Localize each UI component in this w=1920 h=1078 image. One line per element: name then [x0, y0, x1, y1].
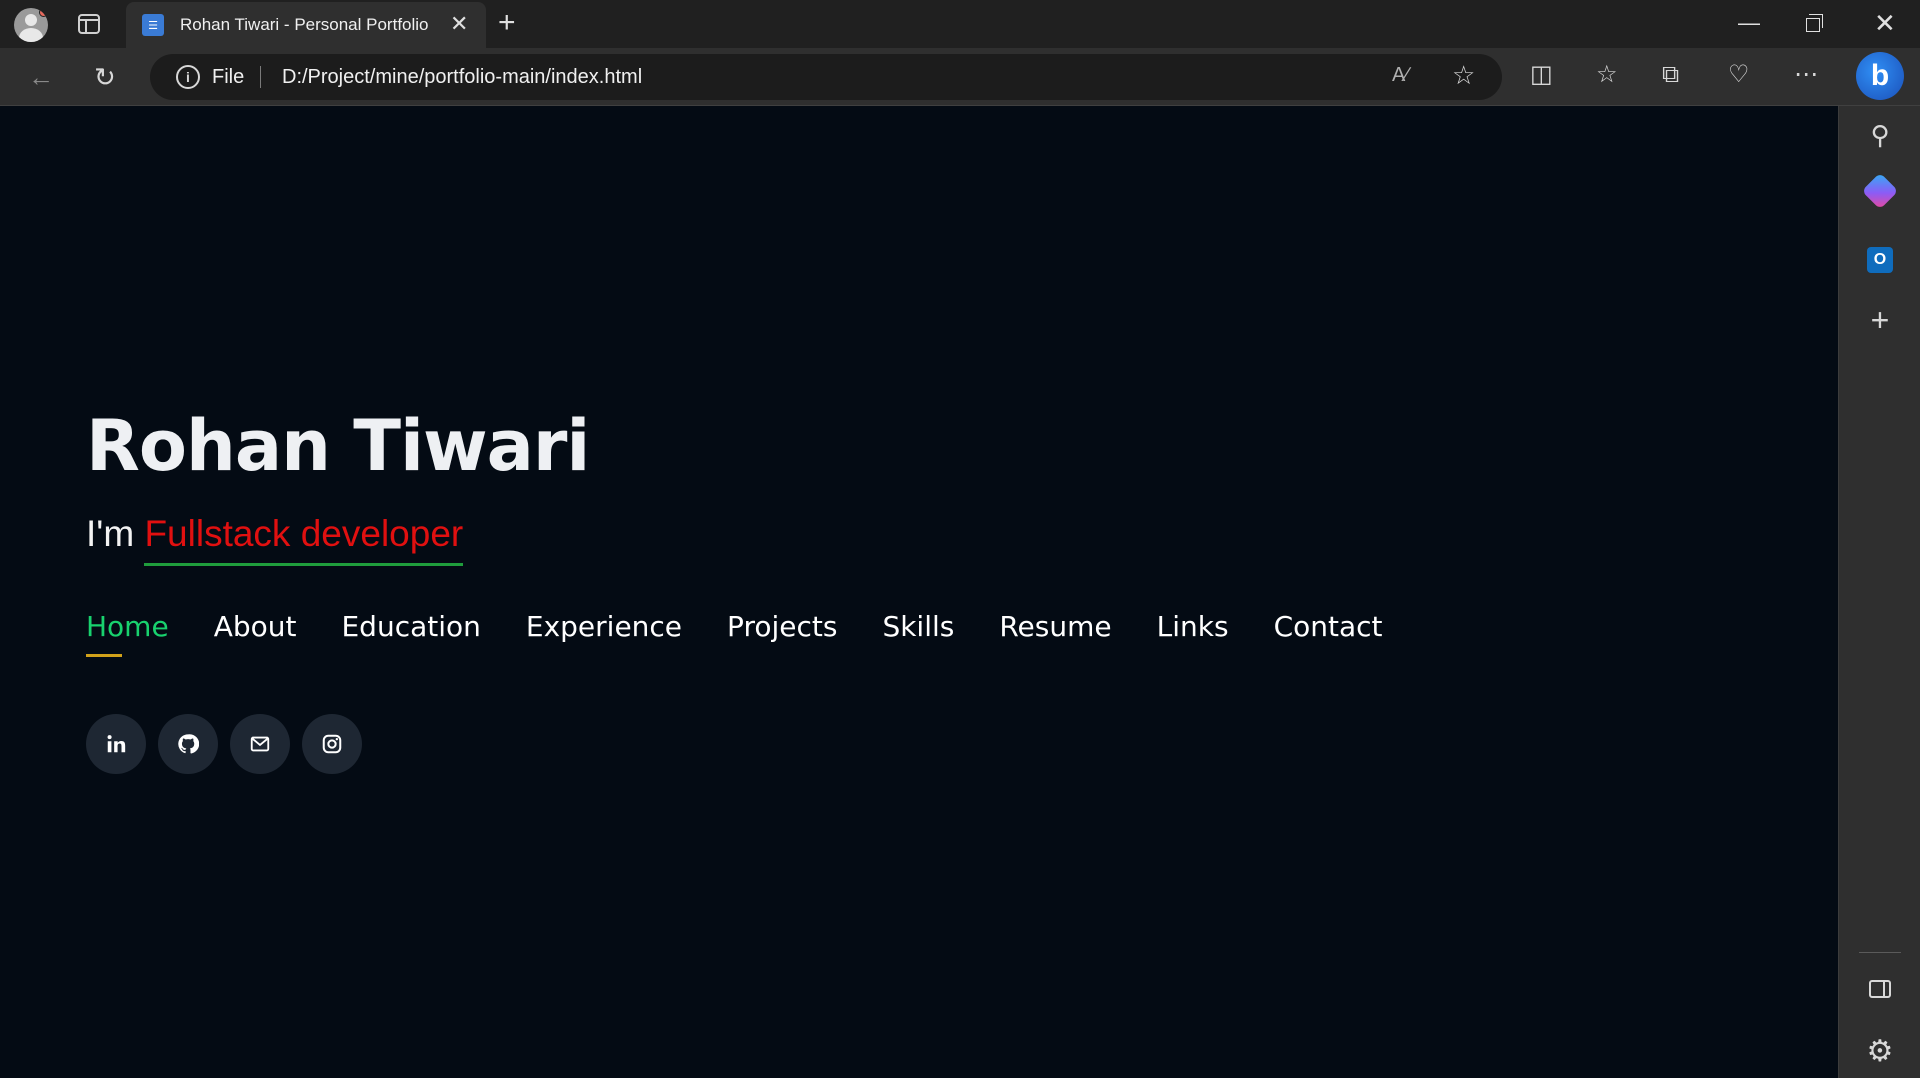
- browser-tab[interactable]: ☰ Rohan Tiwari - Personal Portfolio ✕: [126, 2, 486, 48]
- new-tab-icon[interactable]: +: [498, 6, 516, 40]
- nav-item-contact[interactable]: Contact: [1274, 610, 1383, 643]
- sidebar-hide-icon[interactable]: [1839, 974, 1920, 1005]
- site-info-icon[interactable]: i: [176, 65, 200, 89]
- minimize-icon[interactable]: —: [1738, 8, 1760, 38]
- nav-item-skills[interactable]: Skills: [882, 610, 954, 643]
- nav-item-about[interactable]: About: [214, 610, 297, 643]
- bing-copilot-icon[interactable]: b: [1856, 52, 1904, 100]
- more-options-icon[interactable]: ⋯: [1794, 60, 1818, 90]
- tab-close-icon[interactable]: ✕: [450, 12, 468, 36]
- nav-item-resume[interactable]: Resume: [999, 610, 1111, 643]
- add-favorite-star-icon[interactable]: ☆: [1452, 60, 1475, 91]
- read-aloud-icon[interactable]: A∕: [1392, 64, 1409, 87]
- hero-intro: I'm: [86, 513, 135, 554]
- tab-favicon-icon: ☰: [142, 14, 164, 36]
- tab-actions-icon[interactable]: [78, 14, 100, 34]
- hero-subtitle: I'm Fullstack developer: [86, 513, 463, 555]
- linkedin-icon[interactable]: [86, 714, 146, 774]
- portfolio-page: Rohan Tiwari I'm Fullstack developer Hom…: [0, 107, 1838, 1078]
- nav-item-education[interactable]: Education: [341, 610, 480, 643]
- address-bar[interactable]: i File D:/Project/mine/portfolio-main/in…: [150, 54, 1502, 100]
- sidebar-copilot-icon[interactable]: [1839, 172, 1920, 211]
- sidebar-settings-gear-icon[interactable]: ⚙: [1839, 1034, 1920, 1069]
- back-arrow-icon[interactable]: ←: [28, 62, 54, 92]
- nav-item-experience[interactable]: Experience: [526, 610, 682, 643]
- hero-name: Rohan Tiwari: [86, 405, 590, 487]
- restore-icon[interactable]: [1806, 14, 1823, 32]
- browser-tab-bar: ☰ Rohan Tiwari - Personal Portfolio ✕ + …: [0, 0, 1920, 48]
- nav-item-home[interactable]: Home: [86, 610, 169, 657]
- tab-title: Rohan Tiwari - Personal Portfolio: [180, 15, 429, 34]
- browser-sidebar: ⚲ O + ⚙: [1838, 106, 1920, 1078]
- nav-item-projects[interactable]: Projects: [727, 610, 837, 643]
- nav-item-links[interactable]: Links: [1157, 610, 1229, 643]
- browser-essentials-icon[interactable]: ♡: [1728, 60, 1750, 90]
- sidebar-search-icon[interactable]: ⚲: [1839, 120, 1920, 151]
- hero-role-typed: Fullstack developer: [144, 513, 464, 554]
- address-divider: [260, 66, 261, 88]
- instagram-icon[interactable]: [302, 714, 362, 774]
- address-scheme: File: [212, 66, 245, 88]
- sidebar-divider: [1859, 952, 1901, 953]
- reload-icon[interactable]: ↻: [94, 62, 116, 92]
- main-nav: Home About Education Experience Projects…: [86, 610, 1383, 657]
- github-icon[interactable]: [158, 714, 218, 774]
- split-screen-icon[interactable]: ◫: [1530, 60, 1553, 90]
- social-links: [86, 714, 362, 774]
- address-url[interactable]: D:/Project/mine/portfolio-main/index.htm…: [282, 66, 642, 89]
- browser-toolbar: ← ↻ i File D:/Project/mine/portfolio-mai…: [0, 48, 1920, 106]
- sidebar-add-icon[interactable]: +: [1839, 302, 1920, 339]
- collections-icon[interactable]: ⧉: [1662, 60, 1679, 90]
- window-close-icon[interactable]: ✕: [1874, 8, 1896, 38]
- sidebar-outlook-icon[interactable]: O: [1839, 240, 1920, 273]
- favorites-icon[interactable]: ☆: [1596, 60, 1618, 90]
- profile-avatar-icon[interactable]: [14, 8, 48, 42]
- mail-icon[interactable]: [230, 714, 290, 774]
